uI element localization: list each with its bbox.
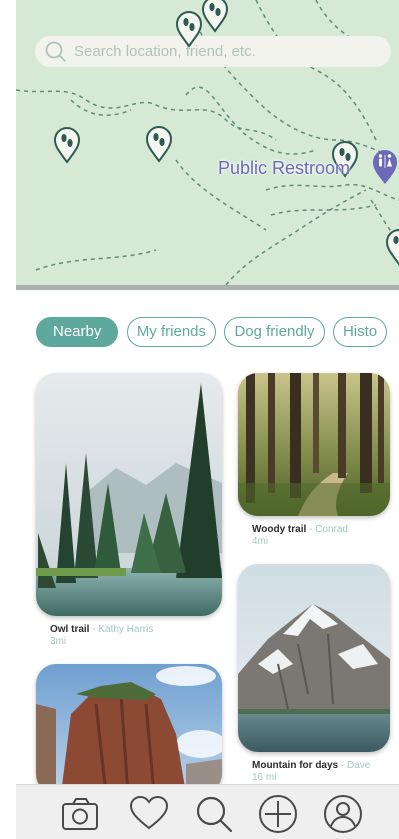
search-input[interactable] bbox=[72, 42, 376, 61]
search-bar[interactable] bbox=[35, 36, 391, 67]
search-icon[interactable] bbox=[193, 793, 235, 835]
filter-chip-nearby[interactable]: Nearby bbox=[36, 317, 119, 347]
trail-pin-icon[interactable] bbox=[384, 228, 399, 266]
trail-pin-icon[interactable] bbox=[52, 126, 82, 164]
trail-caption: Owl trail - Kathy Harris bbox=[50, 624, 154, 635]
trail-card[interactable]: Owl trail - Kathy Harris 3mi bbox=[36, 373, 222, 647]
trail-author: Conrad bbox=[315, 524, 348, 535]
poi-label[interactable]: Public Restroom bbox=[218, 158, 350, 179]
trail-caption: Mountain for days - Dave bbox=[252, 760, 371, 771]
trail-title: Owl trail bbox=[50, 624, 90, 635]
trail-caption: Woody trail - Conrad bbox=[252, 524, 348, 535]
trail-distance: 16 mi bbox=[252, 772, 277, 783]
bottom-nav bbox=[16, 784, 399, 839]
trail-pin-icon[interactable] bbox=[200, 0, 230, 33]
filter-chip-history[interactable]: Histo bbox=[332, 317, 388, 347]
trail-distance: 4mi bbox=[252, 536, 269, 547]
filter-chip-dog-friendly[interactable]: Dog friendly bbox=[224, 317, 325, 347]
camera-icon[interactable] bbox=[59, 793, 101, 835]
restroom-pin-icon[interactable] bbox=[370, 148, 399, 186]
trail-photo bbox=[36, 373, 222, 616]
plus-icon[interactable] bbox=[257, 793, 299, 835]
filter-chip-my-friends[interactable]: My friends bbox=[126, 317, 216, 347]
trail-author: Kathy Harris bbox=[98, 624, 154, 635]
map-divider[interactable] bbox=[16, 285, 399, 290]
trail-title: Woody trail bbox=[252, 524, 307, 535]
trail-distance: 3mi bbox=[50, 636, 67, 647]
trail-photo bbox=[36, 664, 222, 794]
trail-card[interactable] bbox=[36, 664, 222, 794]
trail-card[interactable]: Mountain for days - Dave 16 mi bbox=[238, 564, 390, 783]
trail-pin-icon[interactable] bbox=[144, 125, 174, 163]
profile-icon[interactable] bbox=[322, 793, 364, 835]
heart-icon[interactable] bbox=[128, 793, 170, 835]
app-screen: Public Restroom Nearby My friends Dog fr… bbox=[16, 0, 399, 839]
filter-chips: Nearby My friends Dog friendly Histo bbox=[36, 317, 399, 347]
trail-author: Dave bbox=[347, 760, 371, 771]
trail-title: Mountain for days bbox=[252, 760, 339, 771]
trail-map[interactable]: Public Restroom bbox=[16, 0, 399, 285]
search-icon bbox=[45, 41, 66, 62]
trail-photo bbox=[238, 373, 390, 516]
trail-photo bbox=[238, 564, 390, 752]
trail-card[interactable]: Woody trail - Conrad 4mi bbox=[238, 373, 390, 547]
